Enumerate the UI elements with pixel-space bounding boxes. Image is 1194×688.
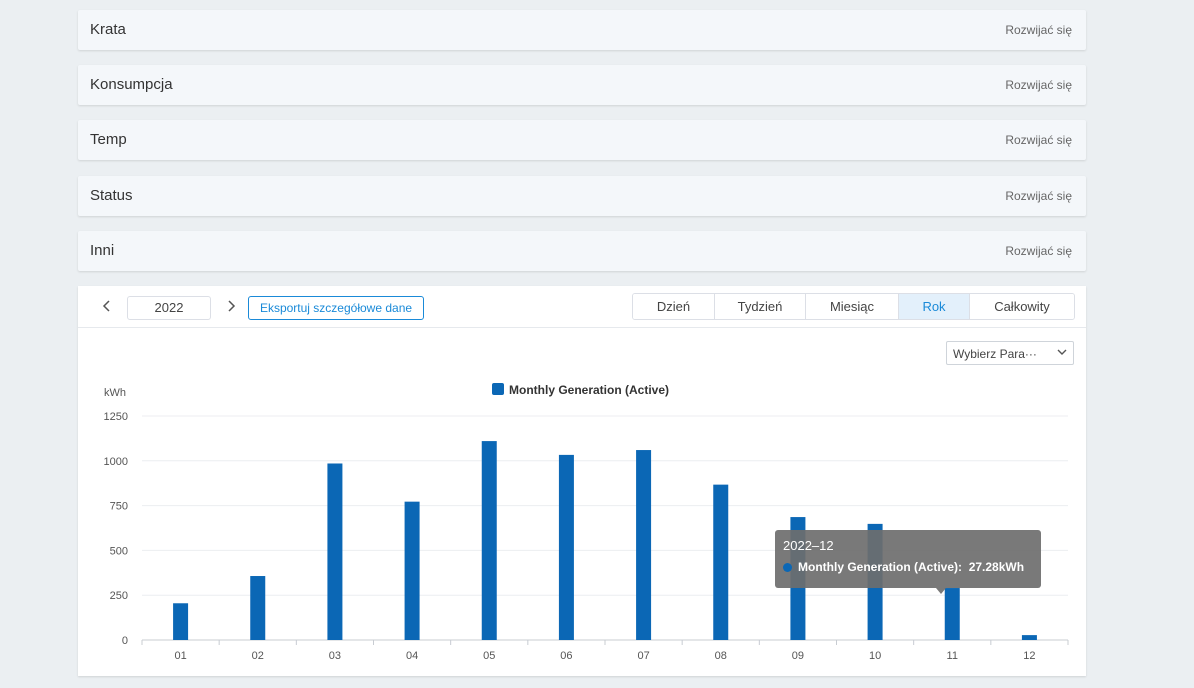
x-tick-label: 12 [1023, 650, 1035, 662]
x-tick-label: 05 [483, 650, 495, 662]
section-title: Konsumpcja [90, 76, 173, 93]
y-tick-label: 500 [110, 545, 128, 557]
y-axis: 0 250 500 750 1000 1250 [104, 411, 128, 647]
x-tick-label: 06 [560, 650, 572, 662]
x-tick-label: 01 [174, 650, 186, 662]
x-tick-label: 03 [329, 650, 341, 662]
chart-grid [142, 415, 1068, 641]
bar-11 [944, 588, 960, 640]
section-title: Temp [90, 131, 127, 148]
tooltip-value: 27.28kWh [968, 560, 1025, 574]
x-tick-label: 10 [869, 650, 881, 662]
y-tick-label: 750 [110, 501, 128, 513]
section-inni[interactable]: Inni Rozwijać się [78, 231, 1086, 271]
expand-link[interactable]: Rozwijać się [1005, 133, 1072, 147]
x-tick-label: 04 [406, 650, 418, 662]
y-tick-label: 0 [122, 635, 128, 647]
bar-08 [713, 484, 729, 640]
section-title: Inni [90, 242, 115, 259]
bar-12 [1021, 635, 1037, 640]
expand-link[interactable]: Rozwijać się [1005, 78, 1072, 92]
y-axis-unit: kWh [104, 387, 126, 399]
bar-07 [636, 450, 652, 640]
chart-tooltip: 2022–12 Monthly Generation (Active): 27.… [775, 530, 1041, 594]
bar-01 [173, 603, 189, 640]
y-tick-label: 250 [110, 590, 128, 602]
legend: Monthly Generation (Active) [492, 383, 669, 397]
x-axis: 01 02 03 04 05 06 07 08 09 10 11 12 [141, 640, 1069, 662]
section-title: Status [90, 187, 133, 204]
section-temp[interactable]: Temp Rozwijać się [78, 120, 1086, 160]
tooltip-title: 2022–12 [783, 538, 834, 553]
expand-link[interactable]: Rozwijać się [1005, 23, 1072, 37]
section-status[interactable]: Status Rozwijać się [78, 176, 1086, 216]
section-krata[interactable]: Krata Rozwijać się [78, 10, 1086, 50]
x-tick-label: 09 [792, 650, 804, 662]
bar-04 [404, 501, 420, 640]
tooltip-label: Monthly Generation (Active): [798, 560, 963, 574]
legend-label: Monthly Generation (Active) [509, 383, 669, 397]
tooltip-row: Monthly Generation (Active): 27.28kWh [783, 560, 1024, 574]
section-konsumpcja[interactable]: Konsumpcja Rozwijać się [78, 65, 1086, 105]
y-tick-label: 1250 [104, 411, 128, 423]
bar-02 [250, 576, 266, 640]
expand-link[interactable]: Rozwijać się [1005, 189, 1072, 203]
bar-06 [558, 454, 574, 640]
section-title: Krata [90, 21, 126, 38]
x-tick-label: 08 [715, 650, 727, 662]
bar-03 [327, 463, 343, 640]
x-tick-label: 07 [637, 650, 649, 662]
x-tick-label: 11 [947, 650, 958, 662]
tooltip-series-dot [783, 563, 792, 572]
tooltip-pointer [936, 588, 946, 594]
y-tick-label: 1000 [104, 456, 128, 468]
expand-link[interactable]: Rozwijać się [1005, 244, 1072, 258]
legend-swatch [492, 383, 504, 395]
bar-05 [481, 441, 497, 640]
generation-panel: 2022 Eksportuj szczegółowe dane Dzień Ty… [78, 286, 1086, 676]
x-tick-label: 02 [252, 650, 264, 662]
monthly-generation-chart: 0 250 500 750 1000 1250 01 02 03 04 05 06 07 08 09 10 1… [104, 383, 1069, 662]
